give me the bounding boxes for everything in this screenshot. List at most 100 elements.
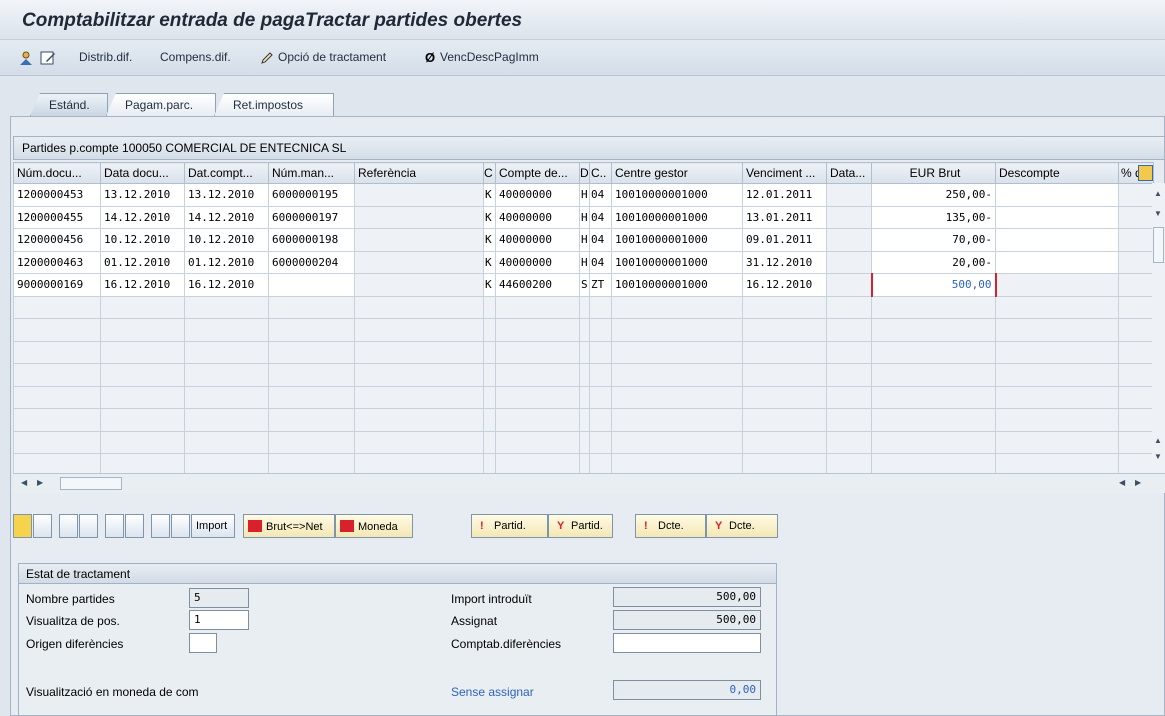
- empty-cell: [995, 385, 1119, 409]
- distrib-dif-button[interactable]: Distrib.dif.: [79, 50, 132, 64]
- scroll-right-arrow-icon[interactable]: ▶: [37, 478, 43, 487]
- table-settings-icon[interactable]: [1138, 165, 1153, 181]
- origen-diferencies-input[interactable]: [189, 633, 217, 653]
- hscroll-thumb[interactable]: [60, 477, 122, 490]
- cell-descompte[interactable]: [995, 183, 1119, 207]
- cell-descompte[interactable]: [995, 250, 1119, 274]
- opcio-tractament-button[interactable]: Opció de tractament: [278, 50, 386, 64]
- col-header-descompte[interactable]: Descompte: [995, 162, 1119, 184]
- origen-diferencies-label: Origen diferències: [26, 637, 124, 651]
- visualitza-pos-input[interactable]: 1: [189, 610, 249, 630]
- col-header-referencia[interactable]: Referència: [354, 162, 484, 184]
- cell-descompte[interactable]: [995, 205, 1119, 229]
- edit-icon[interactable]: [40, 50, 56, 69]
- scroll-up-arrow-icon[interactable]: ▲: [1154, 189, 1162, 198]
- partid-up-button[interactable]: ! Partid.: [471, 514, 548, 538]
- col-header-num-man[interactable]: Núm.man...: [268, 162, 355, 184]
- empty-table-row: [13, 340, 1154, 364]
- empty-table-row: [13, 318, 1154, 342]
- scroll-page-down-icon[interactable]: ▼: [1154, 452, 1162, 461]
- partid-down-button[interactable]: Y Partid.: [548, 514, 613, 538]
- cell-cc: 04: [589, 250, 612, 274]
- scroll-down-arrow-icon[interactable]: ▼: [1154, 209, 1162, 218]
- open-items-table: Núm.docu... Data docu... Dat.compt... Nú…: [13, 162, 1154, 477]
- empty-cell: [483, 385, 496, 409]
- sort-asc-icon: !: [480, 520, 484, 532]
- table-row[interactable]: 1200000463 01.12.2010 01.12.2010 6000000204…: [13, 250, 1154, 274]
- cell-data2: [826, 273, 872, 297]
- col-header-cc[interactable]: C..: [589, 162, 612, 184]
- select-all-icon[interactable]: [13, 514, 32, 538]
- cell-d: H: [579, 250, 590, 274]
- col-header-compte[interactable]: Compte de...: [495, 162, 580, 184]
- import-introduit-label: Import introduït: [451, 592, 532, 606]
- scroll-left-arrow-icon[interactable]: ◀: [21, 478, 27, 487]
- col-header-centre-gestor[interactable]: Centre gestor: [611, 162, 743, 184]
- cell-venciment: 13.01.2011: [742, 205, 827, 229]
- empty-cell: [100, 363, 185, 387]
- col-header-percent[interactable]: % d: [1118, 162, 1154, 184]
- print-icon[interactable]: [105, 514, 124, 538]
- tab-ret-impostos-label: Ret.impostos: [233, 98, 304, 112]
- table-row[interactable]: 9000000169 16.12.2010 16.12.2010 K 44600200 S…: [13, 273, 1154, 297]
- dcte-down-button[interactable]: Y Dcte.: [706, 514, 778, 538]
- vertical-scrollbar[interactable]: ▲ ▼ ▲ ▼: [1152, 183, 1165, 473]
- empty-cell: [611, 318, 743, 342]
- table-row[interactable]: 1200000453 13.12.2010 13.12.2010 6000000195…: [13, 183, 1154, 207]
- select-block-icon[interactable]: [59, 514, 78, 538]
- empty-cell: [268, 295, 355, 319]
- empty-cell: [871, 318, 996, 342]
- filter-icon[interactable]: [125, 514, 144, 538]
- cell-dat-compt: 10.12.2010: [184, 228, 269, 252]
- venc-desc-pag-imm-button[interactable]: VencDescPagImm: [440, 50, 539, 64]
- tab-pagam-parc[interactable]: Pagam.parc.: [106, 93, 216, 116]
- cell-data-doc: 10.12.2010: [100, 228, 185, 252]
- compens-dif-button[interactable]: Compens.dif.: [160, 50, 231, 64]
- empty-cell: [184, 430, 269, 454]
- col-header-d[interactable]: D: [579, 162, 590, 184]
- empty-cell: [1118, 340, 1154, 364]
- empty-cell: [1118, 385, 1154, 409]
- empty-cell: [495, 318, 580, 342]
- cell-descompte[interactable]: [995, 273, 1119, 297]
- empty-cell: [826, 385, 872, 409]
- partid-down-label: Partid.: [571, 520, 603, 532]
- horizontal-scrollbar[interactable]: ◀ ▶ ◀ ▶: [13, 473, 1165, 493]
- empty-cell: [268, 363, 355, 387]
- dcte-up-button[interactable]: ! Dcte.: [635, 514, 706, 538]
- col-header-eur-brut[interactable]: EUR Brut: [871, 162, 996, 184]
- col-header-dat-compt[interactable]: Dat.compt...: [184, 162, 269, 184]
- comptab-diferencies-input[interactable]: [613, 633, 761, 653]
- col-header-data-doc[interactable]: Data docu...: [100, 162, 185, 184]
- table-row[interactable]: 1200000456 10.12.2010 10.12.2010 6000000198…: [13, 228, 1154, 252]
- brut-net-button[interactable]: Brut<=>Net: [243, 514, 335, 538]
- empty-table-row: [13, 363, 1154, 387]
- tab-estand[interactable]: Estánd.: [30, 93, 108, 116]
- col-header-data2[interactable]: Data...: [826, 162, 872, 184]
- cell-descompte[interactable]: [995, 228, 1119, 252]
- table-row[interactable]: 1200000455 14.12.2010 14.12.2010 6000000197…: [13, 205, 1154, 229]
- find-next-icon[interactable]: [171, 514, 190, 538]
- deselect-block-icon[interactable]: [79, 514, 98, 538]
- window-title: Comptabilitzar entrada de pagaTractar pa…: [22, 10, 523, 31]
- tab-ret-impostos[interactable]: Ret.impostos: [214, 93, 334, 116]
- person-icon[interactable]: [18, 50, 34, 69]
- scroll-right-left-arrow-icon[interactable]: ◀: [1119, 478, 1125, 487]
- scroll-thumb[interactable]: [1153, 227, 1164, 263]
- col-header-c[interactable]: C: [483, 162, 496, 184]
- import-button[interactable]: Import: [191, 514, 235, 538]
- col-header-venciment[interactable]: Venciment ...: [742, 162, 827, 184]
- scroll-page-up-icon[interactable]: ▲: [1154, 436, 1162, 445]
- find-icon[interactable]: [151, 514, 170, 538]
- empty-cell: [100, 408, 185, 432]
- moneda-button[interactable]: Moneda: [335, 514, 413, 538]
- col-header-num-doc[interactable]: Núm.docu...: [13, 162, 101, 184]
- cell-num-doc: 1200000463: [13, 250, 101, 274]
- dcte-down-label: Dcte.: [729, 520, 755, 532]
- deselect-icon[interactable]: [33, 514, 52, 538]
- empty-cell: [100, 318, 185, 342]
- tab-strip: Estánd. Pagam.parc. Ret.impostos: [0, 78, 1165, 116]
- processing-status-panel: Estat de tractament Nombre partides 5 Vi…: [18, 563, 777, 716]
- scroll-right-right-arrow-icon[interactable]: ▶: [1135, 478, 1141, 487]
- cell-referencia: [354, 273, 484, 297]
